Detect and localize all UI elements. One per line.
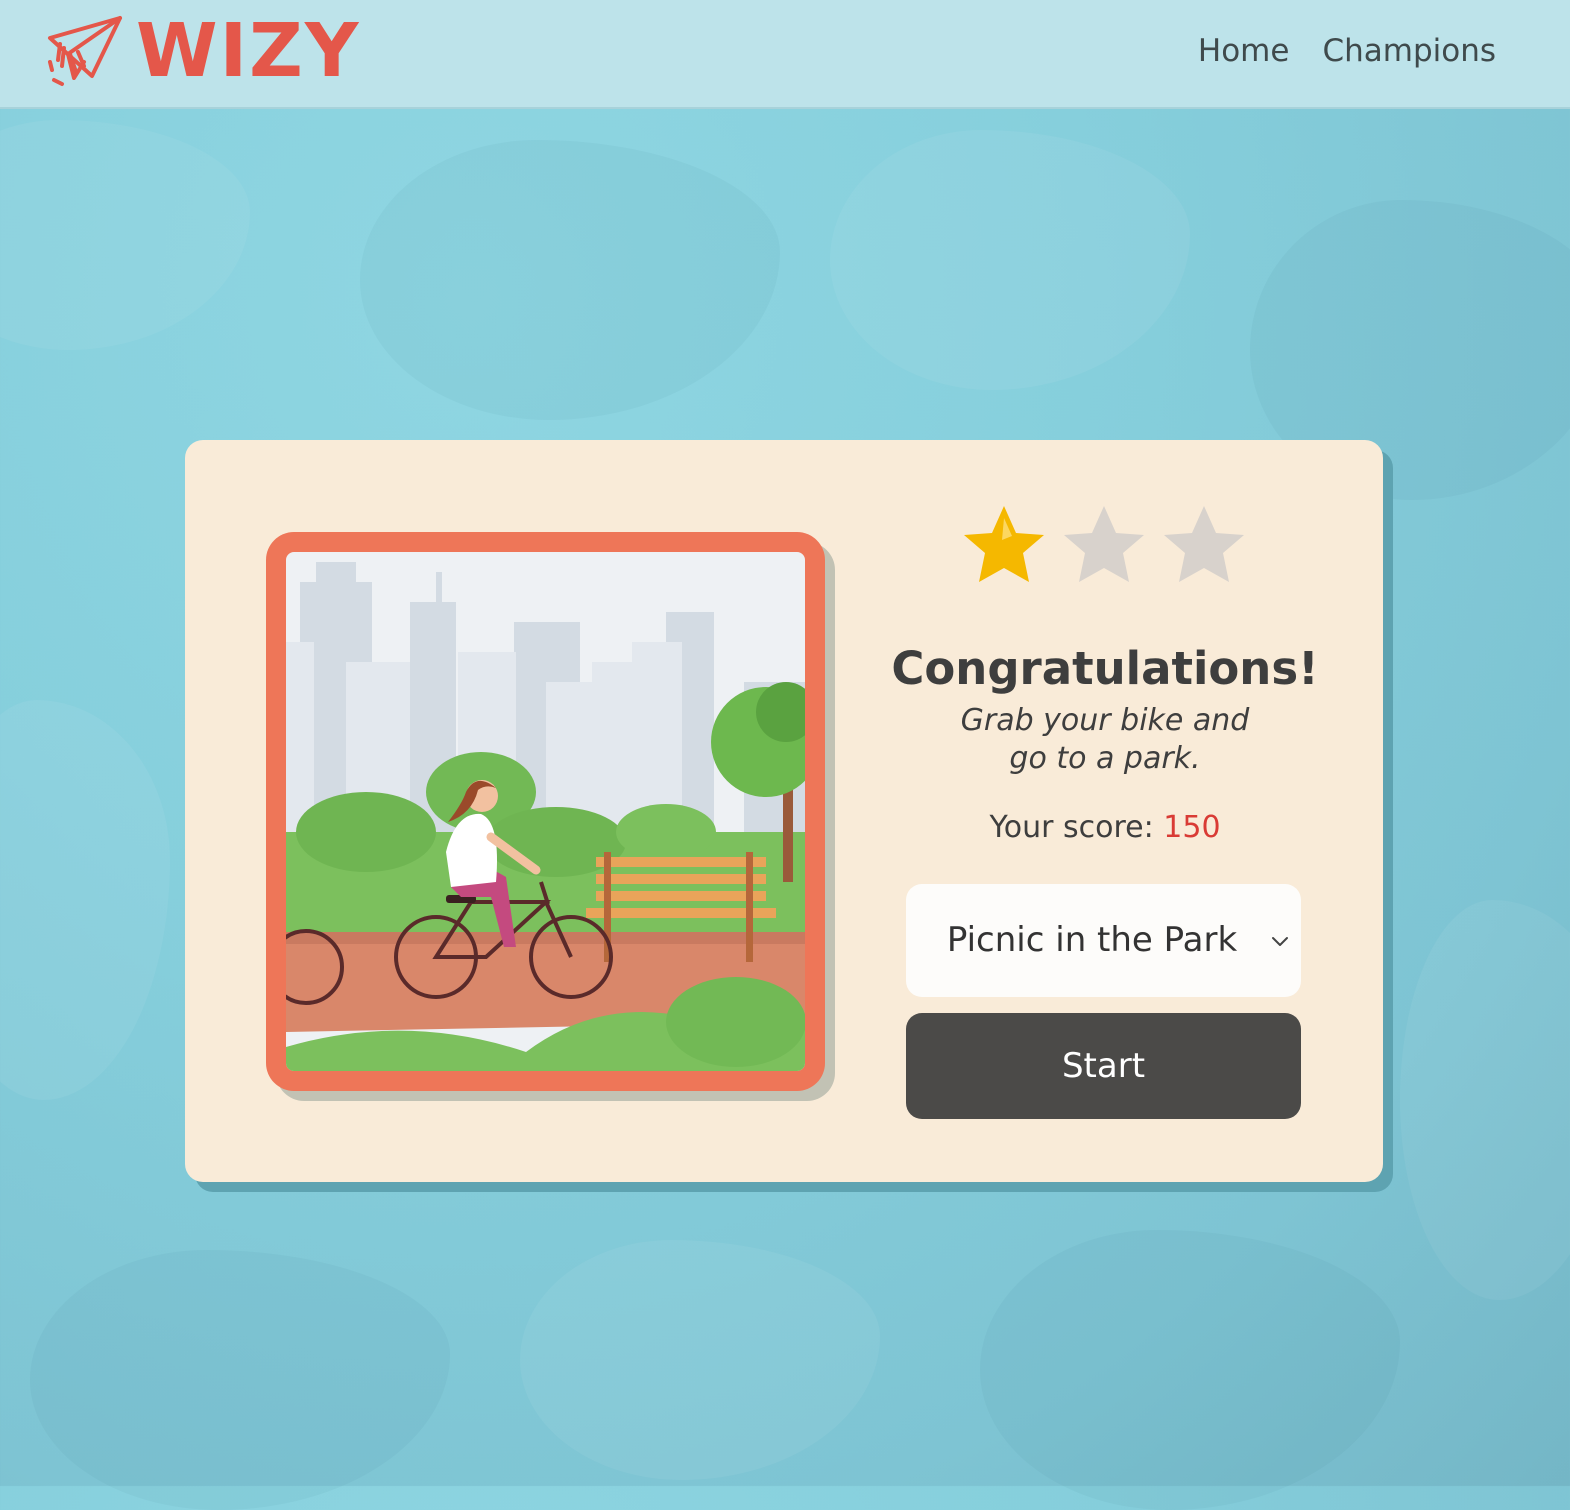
illustration-frame <box>266 532 825 1091</box>
result-message: Grab your bike and go to a park. <box>925 702 1285 778</box>
nav-home-link[interactable]: Home <box>1198 26 1290 76</box>
score-label: Your score: <box>989 810 1154 845</box>
result-card: Congratulations! Grab your bike and go t… <box>185 440 1383 1182</box>
star-icon-filled <box>964 506 1044 582</box>
level-select-value: Picnic in the Park <box>946 920 1238 960</box>
chevron-down-icon <box>1272 937 1288 946</box>
rating-stars <box>964 506 1244 582</box>
nav-champions-link[interactable]: Champions <box>1322 26 1496 76</box>
star-icon-empty <box>1164 506 1244 582</box>
result-message-line-2: go to a park. <box>1009 741 1201 776</box>
score-display: Your score: 150 <box>905 810 1305 845</box>
main-nav: Home Champions <box>1198 26 1496 76</box>
result-title: Congratulations! <box>891 642 1319 695</box>
result-message-line-1: Grab your bike and <box>960 703 1250 738</box>
score-value: 150 <box>1163 810 1221 845</box>
star-icon-empty <box>1064 506 1144 582</box>
level-select[interactable]: Picnic in the Park <box>906 884 1301 997</box>
park-bicycle-illustration <box>286 552 805 1071</box>
top-navbar: WIZY Home Champions <box>0 0 1570 109</box>
brand-logo-text[interactable]: WIZY <box>136 6 360 96</box>
start-button[interactable]: Start <box>906 1013 1301 1119</box>
paper-plane-icon[interactable] <box>46 14 126 88</box>
